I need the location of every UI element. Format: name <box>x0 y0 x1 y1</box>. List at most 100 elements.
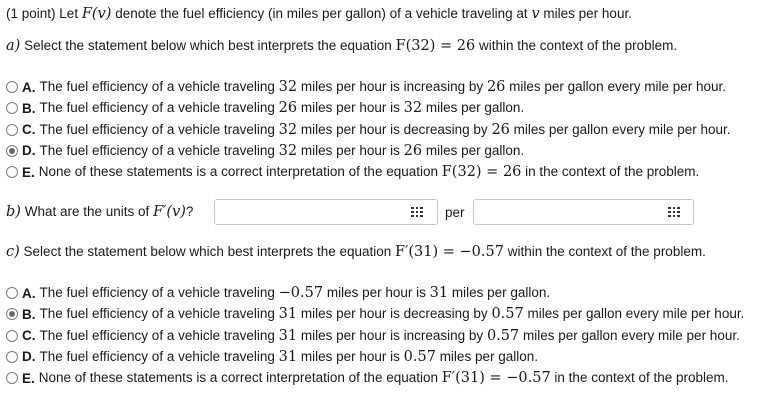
option-text: None of these statements is a correct in… <box>39 370 729 386</box>
option-text-segment: miles per gallon. <box>422 142 525 158</box>
option-text-segment: in the context of the problem. <box>550 370 729 386</box>
math-value: 26 <box>278 100 298 117</box>
palette-icon[interactable] <box>411 207 423 217</box>
option-text-segment: miles per gallon every mile per hour. <box>509 121 731 137</box>
part-a-option[interactable]: D. The fuel efficiency of a vehicle trave… <box>6 143 524 159</box>
part-c-option[interactable]: D. The fuel efficiency of a vehicle trave… <box>6 349 538 365</box>
part-a-option[interactable]: E. None of these statements is a correct … <box>6 164 699 180</box>
option-label: D. <box>22 143 36 159</box>
option-text-segment: The fuel efficiency of a vehicle traveli… <box>39 285 279 300</box>
part-c-option[interactable]: E. None of these statements is a correct … <box>6 370 729 386</box>
radio-button[interactable] <box>6 144 18 157</box>
option-label: E. <box>22 370 35 386</box>
part-c-prompt-post: within the context of the problem. <box>507 244 706 259</box>
option-text-segment: miles per hour is <box>297 100 404 116</box>
option-text: None of these statements is a correct in… <box>39 164 700 180</box>
part-b-letter: b) <box>6 204 21 220</box>
part-b-prompt-pre: What are the units of <box>24 204 150 219</box>
option-text-segment: miles per gallon every mile per hour. <box>505 79 726 94</box>
option-text-segment: The fuel efficiency of a vehicle traveli… <box>39 142 279 158</box>
option-text-segment: The fuel efficiency of a vehicle traveli… <box>39 348 279 364</box>
radio-button[interactable] <box>6 102 18 115</box>
option-text: The fuel efficiency of a vehicle traveli… <box>40 79 727 95</box>
option-label: E. <box>22 164 35 180</box>
radio-button[interactable] <box>6 329 18 342</box>
math-value: 32 <box>278 142 298 159</box>
part-a-option[interactable]: B. The fuel efficiency of a vehicle trave… <box>6 100 524 116</box>
math-value: 31 <box>278 306 298 323</box>
option-text-segment: The fuel efficiency of a vehicle traveli… <box>39 327 279 343</box>
points-label: (1 point) <box>6 6 56 21</box>
math-value: 26 <box>486 79 506 95</box>
part-a-option[interactable]: C. The fuel efficiency of a vehicle trave… <box>6 122 731 138</box>
part-a-prompt-post: within the context of the problem. <box>478 38 678 53</box>
math-value: 26 <box>403 142 423 159</box>
option-text-segment: miles per hour is decreasing by <box>297 121 492 137</box>
part-b-prompt: b) What are the units of F′(v)? <box>6 204 193 220</box>
part-c-option[interactable]: B. The fuel efficiency of a vehicle trave… <box>6 306 744 322</box>
option-text-segment: None of these statements is a correct in… <box>38 370 442 386</box>
function-name: F(v) <box>81 6 112 22</box>
part-c-letter: c) <box>6 244 20 260</box>
option-text-segment: miles per gallon. <box>435 348 538 364</box>
option-label: B. <box>22 306 36 322</box>
radio-button[interactable] <box>6 166 18 179</box>
option-text-segment: in the context of the problem. <box>521 164 700 180</box>
radio-button[interactable] <box>6 123 18 136</box>
math-value: 0.57 <box>403 348 436 365</box>
option-text-segment: miles per hour is increasing by <box>297 327 487 343</box>
math-value: 32 <box>278 79 298 95</box>
part-a-prompt-pre: Select the statement below which best in… <box>24 38 392 53</box>
header-rest: denote the fuel efficiency (in miles per… <box>115 6 528 21</box>
variable-v: v <box>531 6 540 22</box>
radio-button[interactable] <box>6 287 18 299</box>
part-c-prompt: c) Select the statement below which best… <box>6 244 706 260</box>
part-c-prompt-pre: Select the statement below which best in… <box>23 244 392 259</box>
math-value: −0.57 <box>278 285 324 301</box>
option-label: A. <box>22 285 36 301</box>
radio-button[interactable] <box>6 308 18 321</box>
radio-button[interactable] <box>6 81 18 93</box>
option-text-segment: The fuel efficiency of a vehicle traveli… <box>39 100 279 116</box>
option-text-segment: None of these statements is a correct in… <box>38 164 442 180</box>
option-label: B. <box>22 100 36 116</box>
math-value: 0.57 <box>491 306 524 323</box>
units-denominator-input[interactable] <box>473 199 694 225</box>
math-value: 31 <box>429 285 449 301</box>
part-c-option[interactable]: C. The fuel efficiency of a vehicle trave… <box>6 328 740 344</box>
part-a-option[interactable]: A. The fuel efficiency of a vehicle trave… <box>6 79 726 95</box>
option-text-segment: miles per hour is increasing by <box>297 79 487 94</box>
header-text: Let <box>59 6 79 21</box>
math-value: 31 <box>278 348 298 365</box>
math-value: 31 <box>278 327 298 344</box>
part-c-option[interactable]: A. The fuel efficiency of a vehicle trave… <box>6 285 550 301</box>
option-text-segment: miles per hour is <box>297 348 404 364</box>
option-text: The fuel efficiency of a vehicle traveli… <box>40 306 745 322</box>
option-text-segment: The fuel efficiency of a vehicle traveli… <box>39 121 279 137</box>
part-a-prompt: a) Select the statement below which best… <box>6 38 677 54</box>
math-value: F′(31) = −0.57 <box>441 370 551 387</box>
units-numerator-input[interactable] <box>214 199 438 225</box>
option-text: The fuel efficiency of a vehicle traveli… <box>40 349 539 365</box>
palette-icon[interactable] <box>668 207 680 217</box>
part-a-letter: a) <box>6 38 21 54</box>
radio-button[interactable] <box>6 372 18 385</box>
option-label: A. <box>22 79 36 95</box>
option-label: C. <box>22 328 36 344</box>
option-text-segment: miles per gallon every mile per hour. <box>523 306 745 322</box>
math-value: 32 <box>403 100 423 117</box>
radio-button[interactable] <box>6 350 18 363</box>
option-text: The fuel efficiency of a vehicle traveli… <box>40 143 525 159</box>
math-value: 0.57 <box>486 327 520 344</box>
math-value: 26 <box>491 121 510 138</box>
option-text: The fuel efficiency of a vehicle traveli… <box>40 122 731 138</box>
per-label: per <box>445 205 465 220</box>
part-c-equation: F′(31) = −0.57 <box>395 244 504 260</box>
part-b-prompt-post: ? <box>185 204 194 219</box>
option-text: The fuel efficiency of a vehicle traveli… <box>40 100 525 116</box>
option-text-segment: miles per hour is <box>323 285 430 300</box>
question-header: (1 point) Let F(v) denote the fuel effic… <box>6 6 632 22</box>
option-label: D. <box>22 349 36 365</box>
option-text-segment: miles per gallon every mile per hour. <box>519 327 740 343</box>
option-text: The fuel efficiency of a vehicle traveli… <box>40 285 551 301</box>
